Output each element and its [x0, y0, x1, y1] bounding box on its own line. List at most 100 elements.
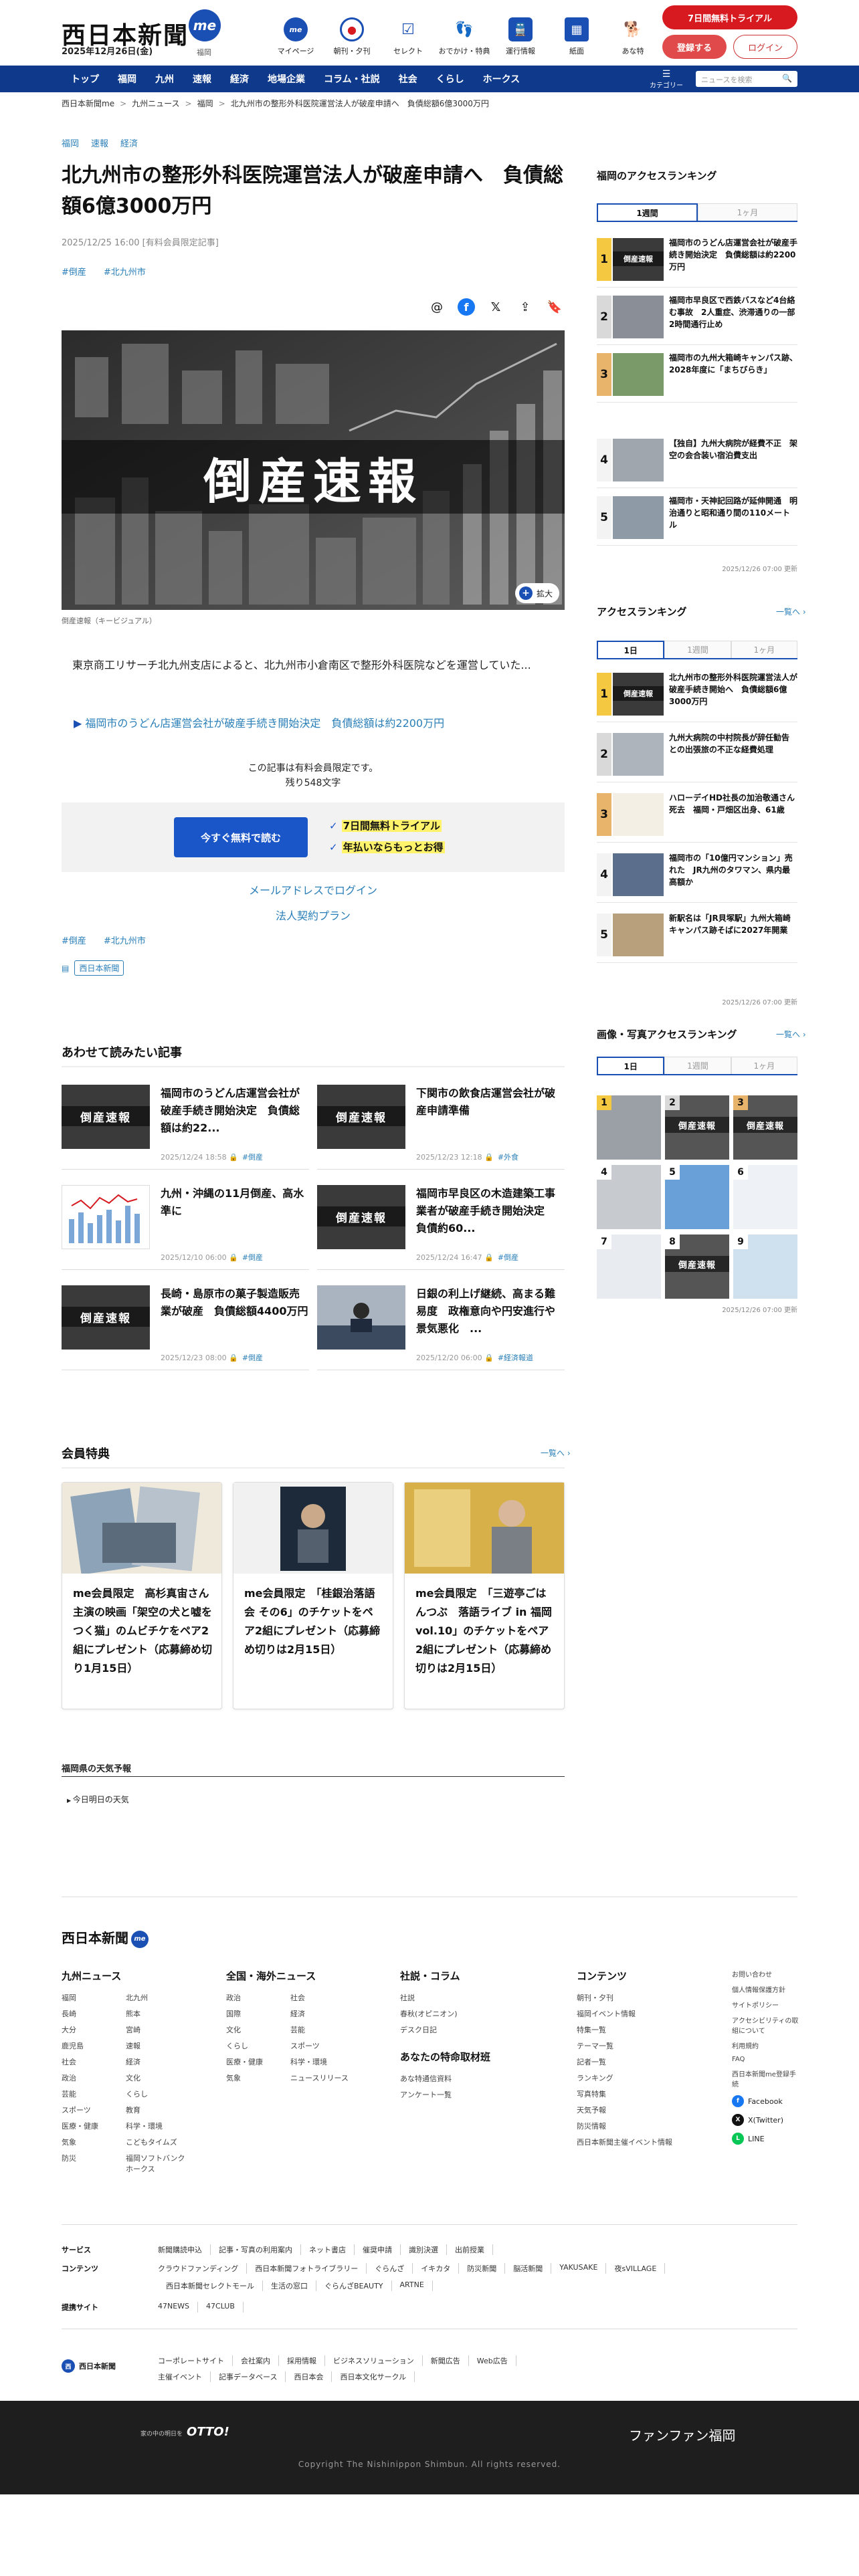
footer-link[interactable]: 長崎 — [62, 2008, 126, 2019]
footer-link[interactable]: 福岡イベント情報 — [577, 2008, 672, 2019]
benefit-card[interactable]: me会員限定 高杉真宙さん主演の映画「架空の犬と嘘をつく猫」のムビチケをペア2組… — [62, 1482, 222, 1709]
footer-service-link[interactable]: 採用情報 — [279, 2355, 325, 2366]
footer-service-link[interactable]: 新聞広告 — [423, 2355, 469, 2366]
footer-link[interactable]: 経済 — [126, 2056, 190, 2067]
bookmark-icon[interactable]: 🔖 — [546, 298, 563, 316]
footer-link[interactable]: 政治 — [62, 2072, 126, 2083]
facebook-link[interactable]: f Facebook — [732, 2095, 799, 2107]
benefit-card[interactable]: me会員限定 「三遊亭ごはんつぶ 落語ライブ in 福岡 vol.10」のチケッ… — [404, 1482, 565, 1709]
ranking-item[interactable]: 5 福岡市・天神記回路が延伸開通 明治通りと昭和通り間の110メートル — [597, 490, 797, 546]
category-tag[interactable]: 福岡 — [62, 136, 79, 149]
photo-rank-item[interactable]: 7 — [597, 1235, 661, 1299]
photo-ranking-more-link[interactable]: 一覧へ › — [776, 1029, 806, 1040]
footer-link[interactable]: 国際 — [226, 2008, 290, 2019]
footer-service-link[interactable]: 催奨申請 — [355, 2244, 401, 2255]
register-button[interactable]: 登録する — [662, 35, 727, 59]
footer-link[interactable]: くらし — [126, 2088, 190, 2099]
footer-link[interactable]: スポーツ — [62, 2105, 126, 2115]
footer-link[interactable]: 社会 — [290, 1992, 355, 2003]
footer-link[interactable]: 政治 — [226, 1992, 290, 2003]
footer-link[interactable]: お問い合わせ — [732, 1969, 799, 1979]
footer-service-link[interactable]: 生活の窓口 — [263, 2280, 316, 2291]
footer-link[interactable]: デスク日記 — [400, 2024, 490, 2035]
ranking-item[interactable]: 4 【独自】九州大病院が経費不正 架空の会合装い宿泊費支出 — [597, 432, 797, 488]
footer-service-link[interactable]: クラウドファンディング — [158, 2263, 248, 2274]
footer-link[interactable]: 防災 — [62, 2153, 126, 2174]
footer-service-link[interactable]: 出前授業 — [447, 2244, 493, 2255]
nav-item[interactable]: くらし — [427, 66, 474, 92]
footer-link[interactable]: 記者一覧 — [577, 2056, 672, 2067]
footer-link[interactable]: 天気予報 — [577, 2105, 672, 2115]
footer-link[interactable]: スポーツ — [290, 2040, 355, 2051]
footer-service-link[interactable]: ぐらんざ — [367, 2263, 413, 2274]
header-select[interactable]: ☑ セレクト — [380, 17, 436, 56]
footer-service-link[interactable]: 夜sVILLAGE — [606, 2263, 666, 2274]
footer-link[interactable]: あな特通信資料 — [400, 2073, 490, 2084]
footer-service-link[interactable]: Web広告 — [469, 2355, 516, 2366]
hashtag[interactable]: #北九州市 — [104, 934, 146, 946]
member-benefits-more-link[interactable]: 一覧へ › — [541, 1447, 571, 1459]
tab-1month[interactable]: 1ヶ月 — [731, 641, 797, 658]
hashtag[interactable]: #倒産 — [62, 934, 86, 946]
tab-1week[interactable]: 1週間 — [664, 641, 731, 658]
breadcrumb-item[interactable]: 九州ニュース — [132, 99, 179, 108]
footer-link[interactable]: 西日本新聞me登録手続 — [732, 2068, 799, 2088]
ranking-item[interactable]: 2 九州大病院の中村院長が辞任勧告との出張旅の不正な経費処理 — [597, 726, 797, 782]
header-newspaper[interactable]: ● 朝刊・夕刊 — [324, 17, 380, 56]
hashtag[interactable]: #倒産 — [62, 265, 86, 278]
recommended-item[interactable]: 九州・沖縄の11月倒産、高水準に 2025/12/10 06:00 🔒 #倒産 — [62, 1177, 309, 1271]
photo-rank-item[interactable]: 9 — [733, 1235, 797, 1299]
footer-link[interactable]: 速報 — [126, 2040, 190, 2051]
trial-button[interactable]: 7日間無料トライアル — [662, 5, 797, 29]
tab-1week[interactable]: 1週間 — [664, 1057, 731, 1074]
footer-service-link[interactable]: YAKUSAKE — [551, 2263, 607, 2274]
footer-link[interactable]: 社会 — [62, 2056, 126, 2067]
recommended-item[interactable]: 日銀の利上げ継続、高まる難易度 政権意向や円安進行や景気悪化 ... 2025/… — [317, 1277, 565, 1371]
footer-link[interactable]: ニュースリリース — [290, 2072, 355, 2083]
nav-item[interactable]: 速報 — [183, 66, 221, 92]
footer-link[interactable]: 大分 — [62, 2024, 126, 2035]
footer-link[interactable]: ランキング — [577, 2072, 672, 2083]
footer-link[interactable]: 西日本新聞主催イベント情報 — [577, 2137, 672, 2147]
footer-link[interactable]: 写真特集 — [577, 2088, 672, 2099]
corporate-logo[interactable]: 西西日本新聞 — [62, 2359, 116, 2373]
photo-rank-item[interactable]: 3 倒産速報 — [733, 1095, 797, 1160]
benefit-card[interactable]: me会員限定 「桂銀治落語会 その6」のチケットをペア2組にプレゼント（応募締め… — [233, 1482, 393, 1709]
footer-service-link[interactable]: ぐらんざBEAUTY — [316, 2280, 392, 2291]
category-tag[interactable]: 速報 — [91, 136, 108, 149]
tab-1day[interactable]: 1日 — [597, 1057, 665, 1074]
header-region[interactable]: 福岡 — [197, 47, 211, 58]
footer-link[interactable]: 利用規約 — [732, 2040, 799, 2050]
photo-rank-item[interactable]: 4 — [597, 1165, 661, 1229]
photo-rank-item[interactable]: 6 — [733, 1165, 797, 1229]
footer-link[interactable]: 経済 — [290, 2008, 355, 2019]
email-login-link[interactable]: メールアドレスでログイン — [62, 881, 565, 897]
footer-service-link[interactable]: 47NEWS — [158, 2302, 199, 2313]
tab-1month[interactable]: 1ヶ月 — [731, 1057, 797, 1074]
ranking-item[interactable]: 5 新駅名は「JR貝塚駅」九州大箱崎キャンパス跡そばに2027年開業 — [597, 907, 797, 963]
footer-service-link[interactable]: 脳活新聞 — [505, 2263, 552, 2274]
footer-link[interactable]: 社説 — [400, 1992, 490, 2003]
nav-item[interactable]: 経済 — [221, 66, 258, 92]
footer-service-link[interactable]: 西日本新聞フォトライブラリー — [247, 2263, 367, 2274]
footer-link[interactable]: 福岡ソフトバンクホークス — [126, 2153, 190, 2174]
footer-link[interactable]: 朝刊・夕刊 — [577, 1992, 672, 2003]
category-button[interactable]: ☰ カテゴリー — [642, 68, 690, 90]
photo-rank-item[interactable]: 8 倒産速報 — [665, 1235, 729, 1299]
footer-link[interactable]: サイトポリシー — [732, 2000, 799, 2010]
line-link[interactable]: L LINE — [732, 2133, 799, 2145]
tab-1week[interactable]: 1週間 — [597, 203, 698, 221]
footer-link[interactable]: 芸能 — [62, 2088, 126, 2099]
access-ranking-more-link[interactable]: 一覧へ › — [776, 606, 806, 617]
x-icon[interactable]: 𝕏 — [487, 298, 504, 316]
zoom-button[interactable]: + 拡大 — [514, 583, 559, 603]
footer-link[interactable]: くらし — [226, 2040, 290, 2051]
footer-service-link[interactable]: 会社案内 — [233, 2355, 279, 2366]
footer-link[interactable]: 熊本 — [126, 2008, 190, 2019]
nav-item[interactable]: ホークス — [474, 66, 530, 92]
nav-item[interactable]: 地場企業 — [258, 66, 314, 92]
footer-link[interactable]: FAQ — [732, 2056, 799, 2063]
ranking-item[interactable]: 1 倒産速報 福岡市のうどん店運営会社が破産手続き開始決定 負債総額は約2200万円 — [597, 231, 797, 288]
footer-link[interactable]: 科学・環境 — [290, 2056, 355, 2067]
footer-link[interactable]: 宮崎 — [126, 2024, 190, 2035]
